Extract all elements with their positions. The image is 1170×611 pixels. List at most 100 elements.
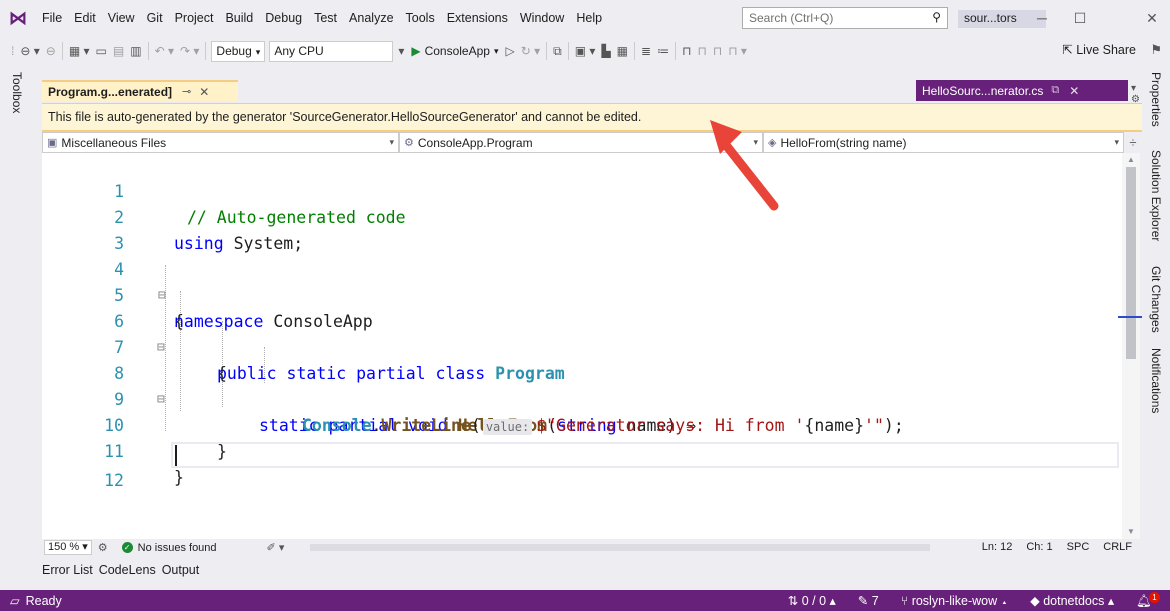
feedback-icon[interactable]: ⚑ [1150, 42, 1162, 58]
menu-help[interactable]: Help [570, 11, 608, 25]
menu-extensions[interactable]: Extensions [441, 11, 514, 25]
branch-selector[interactable]: ⑂ roslyn-like-wow ▴ [901, 594, 1008, 608]
scroll-down-icon[interactable]: ▼ [1127, 527, 1135, 536]
split-window-icon[interactable]: ÷ [1124, 132, 1142, 153]
standard-toolbar: ⁞ ⊖ ▾ ⊖ ▦ ▾ ▭ ▤ ▥ ↶ ▾ ↷ ▾ Debug ▾ Any CPU… [0, 36, 1170, 66]
notifications-button[interactable]: 🔔︎1 [1136, 592, 1160, 609]
minimize-button[interactable]: ─ [1024, 4, 1060, 32]
maximize-button[interactable]: ☐ [1062, 4, 1098, 32]
menu-test[interactable]: Test [308, 11, 343, 25]
chevron-down-icon: ▾ [1114, 137, 1119, 147]
code-editor[interactable]: 1 // Auto-generated code 2 using System;… [42, 153, 1122, 539]
toolbar-window-icon[interactable]: ▣ ▾ [572, 44, 599, 58]
repository-selector[interactable]: ◆ dotnetdocs ▴ [1030, 593, 1114, 608]
tab-hello-source-generator[interactable]: HelloSourc...nerator.cs ⧉ ✕ [916, 80, 1128, 101]
toolbox-tab[interactable]: Toolbox [10, 72, 24, 113]
menu-view[interactable]: View [102, 11, 141, 25]
redo-icon[interactable]: ↷ ▾ [177, 44, 202, 58]
close-window-button[interactable]: ✕ [1134, 4, 1170, 32]
play-icon: ▶ [411, 44, 421, 58]
column-indicator[interactable]: Ch: 1 [1026, 541, 1052, 553]
hot-reload-icon[interactable]: ↻ ▾ [518, 44, 543, 58]
toolbar-tool-icon[interactable]: ⧉ [550, 44, 565, 59]
solution-explorer-tab[interactable]: Solution Explorer [1149, 150, 1163, 241]
line-number: 12 [104, 471, 124, 490]
issues-indicator[interactable]: ✓ No issues found [121, 542, 217, 554]
navigate-forward-icon[interactable]: ⊖ [43, 44, 59, 58]
properties-tab[interactable]: Properties [1149, 72, 1163, 127]
annotation-arrow-icon [710, 120, 779, 211]
git-changes-indicator[interactable]: ⇅ 0 / 0 ▴ [788, 593, 836, 608]
class-icon: ⚙ [404, 137, 414, 149]
toolbar-layout-icon[interactable]: ▦ [614, 44, 631, 58]
solution-platform-select[interactable]: Any CPU [269, 40, 394, 62]
keep-open-icon[interactable]: ⧉ [1051, 84, 1059, 97]
menu-file[interactable]: File [36, 11, 68, 25]
line-ending-indicator[interactable]: CRLF [1103, 541, 1132, 553]
git-changes-tab[interactable]: Git Changes [1149, 266, 1163, 333]
menu-debug[interactable]: Debug [259, 11, 308, 25]
notifications-tab[interactable]: Notifications [1149, 348, 1163, 413]
cursor-position-info: Ln: 12 Ch: 1 SPC CRLF [982, 541, 1132, 553]
start-debugging-button[interactable]: ▶ ConsoleApp ▾ [407, 44, 502, 58]
previous-bookmark-icon[interactable]: ⊓ [694, 44, 709, 58]
pending-changes-indicator[interactable]: ✎ 7 [858, 593, 879, 608]
code-line-3: 3 [42, 205, 1122, 253]
bookmark-icon[interactable]: ⊓ [679, 44, 694, 58]
status-ready: ▱ Ready [0, 593, 62, 609]
spaces-indicator[interactable]: SPC [1067, 541, 1090, 553]
toolbar-diagnostic-icon[interactable]: ▙ [598, 44, 613, 58]
live-share-label: Live Share [1076, 43, 1136, 57]
menu-git[interactable]: Git [141, 11, 169, 25]
new-project-icon[interactable]: ▦ ▾ [66, 44, 93, 58]
check-icon: ✓ [121, 542, 133, 553]
tab-output[interactable]: Output [162, 563, 200, 583]
platform-dropdown-icon[interactable]: ▾ [395, 44, 407, 58]
next-bookmark-icon[interactable]: ⊓ [710, 44, 725, 58]
zoom-level-select[interactable]: 150 % ▾ [44, 540, 92, 555]
close-icon[interactable]: ✕ [1069, 84, 1079, 98]
search-input[interactable]: Search (Ctrl+Q) ⚲ [742, 7, 948, 29]
live-share-icon: ⇱ [1062, 43, 1077, 57]
close-icon[interactable]: ✕ [199, 85, 209, 99]
line-indicator[interactable]: Ln: 12 [982, 541, 1013, 553]
scrollbar-thumb[interactable] [1126, 167, 1136, 359]
save-all-icon[interactable]: ▥ [127, 44, 144, 58]
tab-program-generated[interactable]: Program.g...enerated] ⊸ ✕ [42, 80, 238, 101]
menu-project[interactable]: Project [169, 11, 220, 25]
menu-build[interactable]: Build [219, 11, 259, 25]
undo-icon[interactable]: ↶ ▾ [152, 44, 177, 58]
project-context-select[interactable]: ▣ Miscellaneous Files ▾ [42, 132, 399, 153]
code-text: } [174, 468, 184, 487]
uncomment-icon[interactable]: ≔ [654, 44, 672, 58]
document-tab-strip: Program.g...enerated] ⊸ ✕ HelloSourc...n… [42, 80, 1142, 105]
vertical-scrollbar[interactable]: ▲ ▼ [1122, 153, 1140, 539]
horizontal-scrollbar[interactable] [310, 544, 930, 551]
open-file-icon[interactable]: ▭ [93, 44, 110, 58]
save-icon[interactable]: ▤ [110, 44, 127, 58]
code-cleanup-icon[interactable]: ✐ ▾ [267, 541, 285, 554]
navigate-back-icon[interactable]: ⊖ ▾ [17, 44, 42, 58]
solution-configuration-select[interactable]: Debug ▾ [211, 40, 266, 62]
clear-bookmarks-icon[interactable]: ⊓ ▾ [725, 44, 750, 58]
tab-codelens[interactable]: CodeLens [99, 563, 156, 583]
menu-analyze[interactable]: Analyze [343, 11, 399, 25]
format-icon[interactable]: ⚙ [98, 541, 108, 554]
comment-out-icon[interactable]: ≣ [638, 44, 654, 58]
code-line-10: 10 } [42, 387, 1122, 461]
editor-status-bar: 150 % ▾ ⚙ ✓ No issues found ✐ ▾ Ln: 12 Ch… [42, 539, 1140, 556]
changes-count: 0 / 0 [801, 594, 827, 609]
menu-window[interactable]: Window [514, 11, 570, 25]
live-share-button[interactable]: ⇱ Live Share [1062, 42, 1136, 57]
start-without-debugging-icon[interactable]: ▷ [503, 44, 518, 58]
code-line-4: 4 ⊟ namespace ConsoleApp [42, 231, 1122, 331]
tab-overflow-icon[interactable]: ▾ ⚙ [1131, 83, 1142, 105]
pin-icon[interactable]: ⊸ [182, 85, 191, 98]
menu-edit[interactable]: Edit [68, 11, 102, 25]
menu-tools[interactable]: Tools [400, 11, 441, 25]
pending-count: 7 [871, 594, 879, 609]
member-select[interactable]: ◈ HelloFrom(string name) ▾ [763, 132, 1124, 153]
tab-error-list[interactable]: Error List [42, 563, 93, 583]
scroll-up-icon[interactable]: ▲ [1127, 155, 1135, 164]
code-line-6: 6 ⊟ public static partial class Program [42, 283, 1122, 383]
